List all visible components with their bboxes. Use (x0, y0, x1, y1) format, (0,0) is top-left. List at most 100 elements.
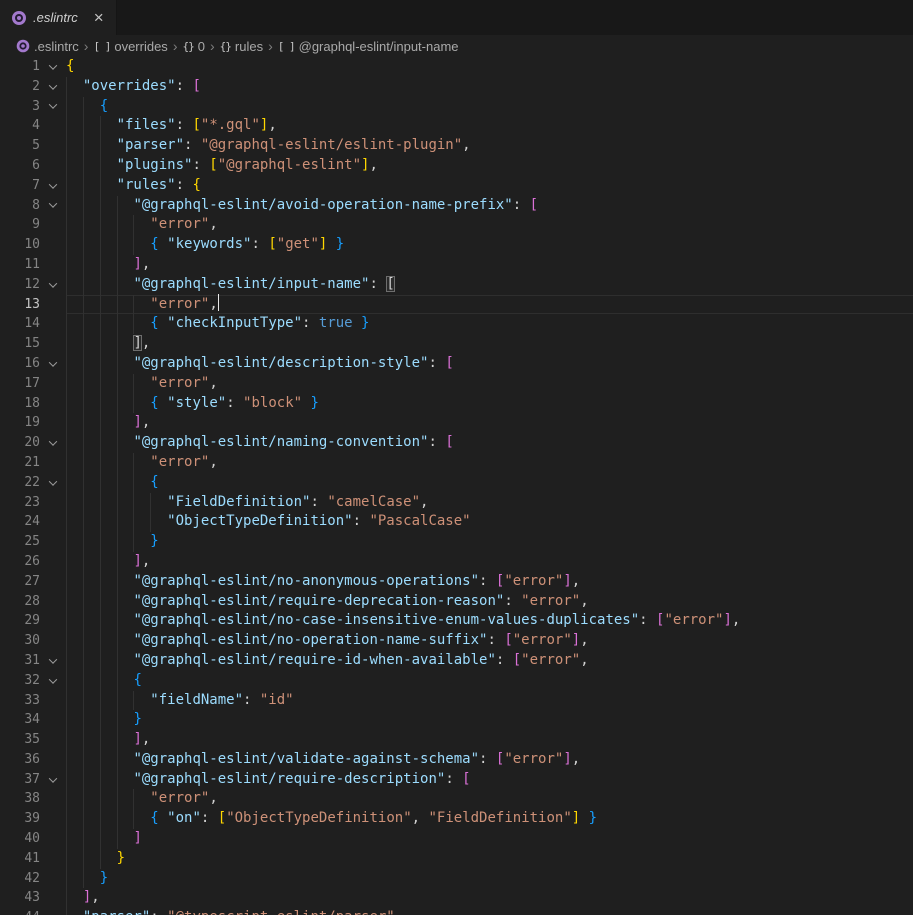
fold-gutter (40, 691, 66, 711)
code-line[interactable]: } (66, 869, 913, 889)
code-line[interactable]: { (66, 97, 913, 117)
code-line[interactable]: ] (66, 829, 913, 849)
fold-chevron[interactable] (40, 354, 66, 374)
chevron-right-icon: › (84, 39, 89, 53)
fold-chevron[interactable] (40, 57, 66, 77)
fold-chevron[interactable] (40, 671, 66, 691)
indent-guide (83, 473, 84, 493)
code-line[interactable]: "@graphql-eslint/require-description": [ (66, 770, 913, 790)
fold-gutter (40, 394, 66, 414)
fold-chevron[interactable] (40, 770, 66, 790)
indent-guide (117, 453, 118, 473)
code-line[interactable]: "error", (66, 374, 913, 394)
line-number: 35 (0, 730, 40, 750)
code-line[interactable]: "@graphql-eslint/input-name": [ (66, 275, 913, 295)
close-icon[interactable]: × (92, 9, 106, 26)
indent-guide (66, 215, 67, 235)
code-line[interactable]: "@graphql-eslint/no-case-insensitive-enu… (66, 611, 913, 631)
fold-chevron[interactable] (40, 77, 66, 97)
indent-guide (133, 691, 134, 711)
fold-chevron[interactable] (40, 97, 66, 117)
code-line[interactable]: "@graphql-eslint/naming-convention": [ (66, 433, 913, 453)
code-editor[interactable]: 1{2 "overrides": [3 {4 "files": ["*.gql"… (0, 57, 913, 915)
code-line[interactable]: { (66, 473, 913, 493)
code-line[interactable]: { (66, 671, 913, 691)
code-line[interactable]: "@graphql-eslint/validate-against-schema… (66, 750, 913, 770)
indent-guide (66, 295, 67, 315)
indent-guide (100, 413, 101, 433)
code-line[interactable]: } (66, 710, 913, 730)
fold-chevron[interactable] (40, 176, 66, 196)
editor-row: 5 "parser": "@graphql-eslint/eslint-plug… (0, 136, 913, 156)
indent-guide (83, 849, 84, 869)
code-line[interactable]: "parser": "@typescript-eslint/parser" (66, 908, 913, 915)
indent-guide (117, 691, 118, 711)
code-line[interactable]: "ObjectTypeDefinition": "PascalCase" (66, 512, 913, 532)
indent-guide (117, 493, 118, 513)
indent-guide (66, 453, 67, 473)
code-line[interactable]: ], (66, 552, 913, 572)
code-line[interactable]: "error", (66, 215, 913, 235)
indent-guide (66, 433, 67, 453)
code-line[interactable]: "@graphql-eslint/avoid-operation-name-pr… (66, 196, 913, 216)
code-line[interactable]: "@graphql-eslint/description-style": [ (66, 354, 913, 374)
line-number: 13 (0, 295, 40, 315)
code-line[interactable]: { "keywords": ["get"] } (66, 235, 913, 255)
code-line[interactable]: ], (66, 255, 913, 275)
code-line[interactable]: "FieldDefinition": "camelCase", (66, 493, 913, 513)
code-line[interactable]: { (66, 57, 913, 77)
breadcrumb-item[interactable]: [ ]overrides (93, 39, 167, 54)
code-line[interactable]: ], (66, 730, 913, 750)
code-line[interactable]: "error", (66, 295, 913, 315)
editor-row: 20 "@graphql-eslint/naming-convention": … (0, 433, 913, 453)
fold-gutter (40, 829, 66, 849)
fold-chevron[interactable] (40, 196, 66, 216)
code-line[interactable]: } (66, 849, 913, 869)
fold-gutter (40, 295, 66, 315)
indent-guide (133, 809, 134, 829)
code-line[interactable]: "@graphql-eslint/require-id-when-availab… (66, 651, 913, 671)
line-number: 23 (0, 493, 40, 513)
tab-eslintrc[interactable]: .eslintrc × (0, 0, 117, 35)
indent-guide (133, 374, 134, 394)
code-line[interactable]: "error", (66, 453, 913, 473)
code-line[interactable]: "error", (66, 789, 913, 809)
code-line[interactable]: "parser": "@graphql-eslint/eslint-plugin… (66, 136, 913, 156)
breadcrumb-item[interactable]: [ ]@graphql-eslint/input-name (278, 39, 459, 54)
breadcrumb-item[interactable]: {}0 (182, 39, 204, 54)
indent-guide (83, 295, 84, 315)
code-line[interactable]: "@graphql-eslint/require-deprecation-rea… (66, 592, 913, 612)
indent-guide (66, 235, 67, 255)
code-line[interactable]: { "style": "block" } (66, 394, 913, 414)
indent-guide (100, 829, 101, 849)
code-line[interactable]: "fieldName": "id" (66, 691, 913, 711)
indent-guide (100, 374, 101, 394)
code-line[interactable]: "plugins": ["@graphql-eslint"], (66, 156, 913, 176)
code-line[interactable]: ], (66, 334, 913, 354)
line-number: 20 (0, 433, 40, 453)
fold-chevron[interactable] (40, 651, 66, 671)
fold-chevron[interactable] (40, 433, 66, 453)
indent-guide (83, 176, 84, 196)
code-line[interactable]: "files": ["*.gql"], (66, 116, 913, 136)
breadcrumb-item[interactable]: .eslintrc (16, 39, 79, 54)
indent-guide (117, 770, 118, 790)
indent-guide (66, 374, 67, 394)
indent-guide (117, 334, 118, 354)
indent-guide (83, 156, 84, 176)
code-line[interactable]: { "on": ["ObjectTypeDefinition", "FieldD… (66, 809, 913, 829)
fold-gutter (40, 532, 66, 552)
indent-guide (100, 493, 101, 513)
code-line[interactable]: ], (66, 888, 913, 908)
code-line[interactable]: "@graphql-eslint/no-anonymous-operations… (66, 572, 913, 592)
fold-chevron[interactable] (40, 473, 66, 493)
breadcrumb-item[interactable]: {}rules (220, 39, 263, 54)
code-line[interactable]: ], (66, 413, 913, 433)
code-line[interactable]: "rules": { (66, 176, 913, 196)
code-line[interactable]: } (66, 532, 913, 552)
fold-gutter (40, 849, 66, 869)
code-line[interactable]: "@graphql-eslint/no-operation-name-suffi… (66, 631, 913, 651)
fold-chevron[interactable] (40, 275, 66, 295)
code-line[interactable]: { "checkInputType": true } (66, 314, 913, 334)
code-line[interactable]: "overrides": [ (66, 77, 913, 97)
